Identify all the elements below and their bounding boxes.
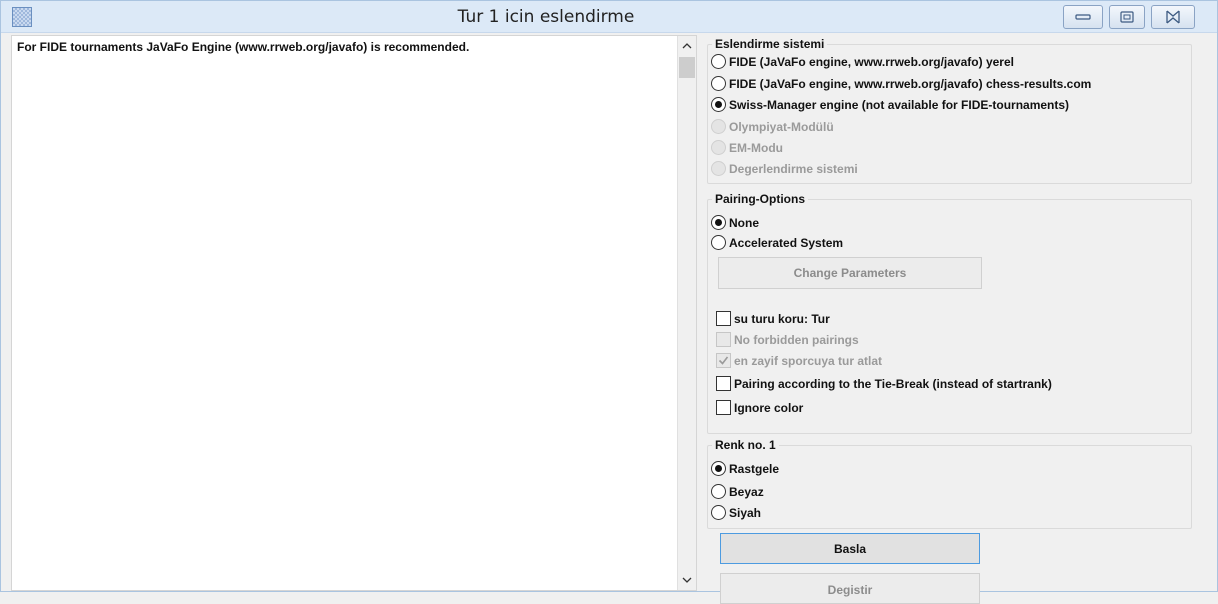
title-bar[interactable]: Tur 1 icin eslendirme (1, 1, 1217, 33)
radio-label: Swiss-Manager engine (not available for … (729, 97, 1070, 112)
change-parameters-button[interactable]: Change Parameters (718, 257, 982, 289)
close-icon (1166, 10, 1180, 24)
radio-button-selected[interactable] (711, 461, 726, 476)
checkbox-label: Ignore color (734, 400, 804, 415)
checkbox-keep-round[interactable]: su turu koru: Tur (716, 311, 830, 326)
radio-em-mode: EM-Modu (711, 140, 783, 155)
scroll-down-button[interactable] (678, 570, 696, 590)
radio-none[interactable]: None (711, 215, 759, 230)
radio-label: FIDE (JaVaFo engine, www.rrweb.org/javaf… (729, 76, 1092, 91)
radio-accelerated-system[interactable]: Accelerated System (711, 235, 843, 250)
radio-button-disabled (711, 140, 726, 155)
radio-label: Olympiyat-Modülü (729, 119, 834, 134)
scroll-up-button[interactable] (678, 36, 696, 56)
radio-label: Beyaz (729, 484, 764, 499)
checkbox-label: su turu koru: Tur (734, 311, 830, 326)
checkbox-ignore-color[interactable]: Ignore color (716, 400, 803, 415)
chevron-up-icon (682, 43, 692, 49)
radio-black[interactable]: Siyah (711, 505, 761, 520)
radio-button-selected[interactable] (711, 97, 726, 112)
radio-label: Accelerated System (729, 235, 844, 250)
radio-label: EM-Modu (729, 140, 783, 155)
maximize-button[interactable] (1109, 5, 1145, 29)
checkbox[interactable] (716, 376, 731, 391)
radio-label: None (729, 215, 759, 230)
radio-olympiad-module: Olympiyat-Modülü (711, 119, 834, 134)
radio-button[interactable] (711, 484, 726, 499)
radio-label: Degerlendirme sistemi (729, 161, 858, 176)
radio-white[interactable]: Beyaz (711, 484, 764, 499)
radio-random[interactable]: Rastgele (711, 461, 779, 476)
radio-button[interactable] (711, 54, 726, 69)
checkbox-label: No forbidden pairings (734, 332, 859, 347)
pairing-system-group: Eslendirme sistemi FIDE (JaVaFo engine, … (707, 37, 1192, 184)
scroll-thumb[interactable] (679, 57, 695, 78)
chevron-down-icon (682, 577, 692, 583)
minimize-button[interactable] (1063, 5, 1103, 29)
pairing-system-title: Eslendirme sistemi (712, 37, 828, 51)
checkbox-tie-break-pairing[interactable]: Pairing according to the Tie-Break (inst… (716, 376, 1052, 391)
pairing-dialog-window: Tur 1 icin eslendirme For FIDE tournamen… (0, 0, 1218, 604)
radio-button[interactable] (711, 76, 726, 91)
color-group: Renk no. 1 Rastgele Beyaz Siyah (707, 438, 1192, 529)
checkbox-label: Pairing according to the Tie-Break (inst… (734, 376, 1052, 391)
radio-rating-system: Degerlendirme sistemi (711, 161, 858, 176)
checkmark-icon (718, 356, 729, 365)
minimize-icon (1075, 14, 1091, 20)
radio-swiss-manager[interactable]: Swiss-Manager engine (not available for … (711, 97, 1069, 112)
vertical-scrollbar[interactable] (677, 36, 696, 590)
radio-button[interactable] (711, 235, 726, 250)
change-button[interactable]: Degistir (720, 573, 980, 604)
checkbox-disabled (716, 332, 731, 347)
radio-label: Rastgele (729, 461, 780, 476)
radio-button-disabled (711, 119, 726, 134)
checkbox-label: en zayif sporcuya tur atlat (734, 353, 883, 368)
start-button[interactable]: Basla (720, 533, 980, 564)
checkbox[interactable] (716, 400, 731, 415)
radio-label: FIDE (JaVaFo engine, www.rrweb.org/javaf… (729, 54, 1014, 69)
pairing-options-group: Pairing-Options None Accelerated System … (707, 192, 1192, 434)
radio-button-disabled (711, 161, 726, 176)
log-line: For FIDE tournaments JaVaFo Engine (www.… (17, 40, 470, 54)
checkbox[interactable] (716, 311, 731, 326)
radio-fide-chess-results[interactable]: FIDE (JaVaFo engine, www.rrweb.org/javaf… (711, 76, 1091, 91)
radio-button-selected[interactable] (711, 215, 726, 230)
maximize-icon (1120, 11, 1134, 23)
checkbox-checked-disabled (716, 353, 731, 368)
radio-button[interactable] (711, 505, 726, 520)
color-group-title: Renk no. 1 (712, 438, 779, 452)
pairing-options-title: Pairing-Options (712, 192, 808, 206)
checkbox-bye-weakest-player: en zayif sporcuya tur atlat (716, 353, 882, 368)
pairing-log-area[interactable]: For FIDE tournaments JaVaFo Engine (www.… (11, 35, 697, 591)
checkbox-no-forbidden-pairings: No forbidden pairings (716, 332, 859, 347)
radio-fide-local[interactable]: FIDE (JaVaFo engine, www.rrweb.org/javaf… (711, 54, 1014, 69)
close-button[interactable] (1151, 5, 1195, 29)
radio-label: Siyah (729, 505, 762, 520)
window-title: Tur 1 icin eslendirme (457, 7, 635, 27)
